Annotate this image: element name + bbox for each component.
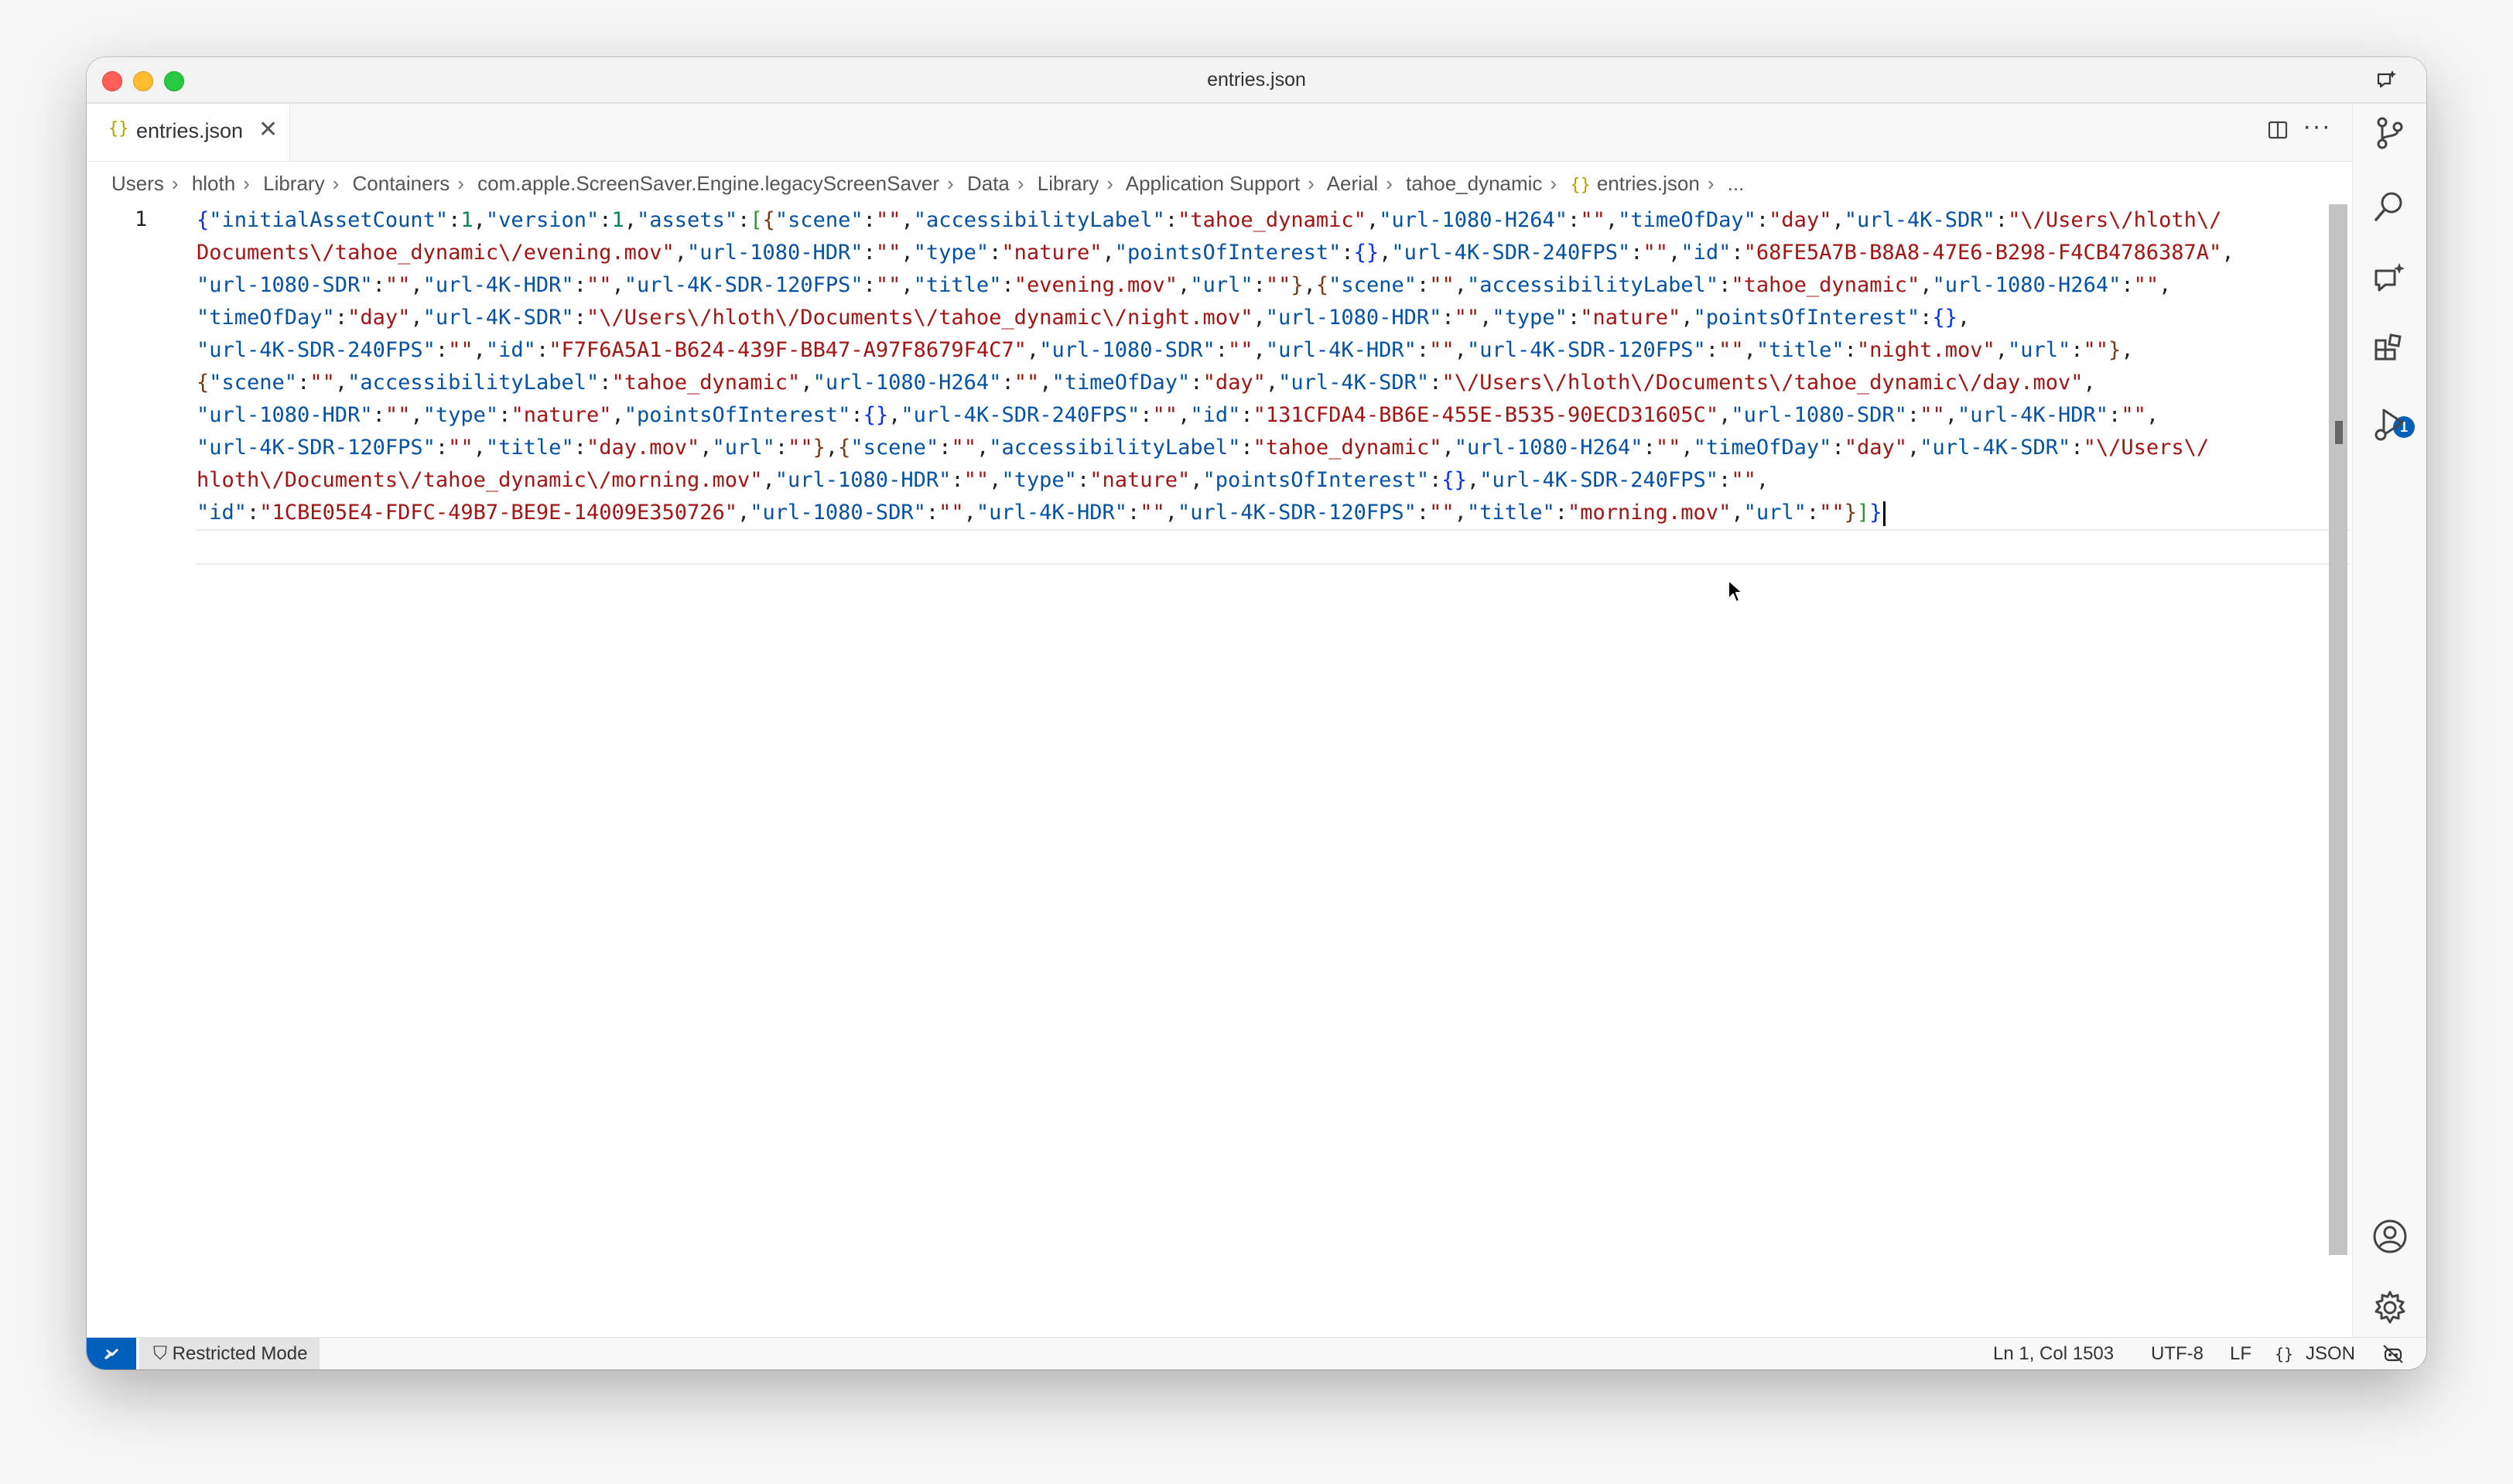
code-line[interactable]: {"scene":"","accessibilityLabel":"tahoe_…	[197, 367, 2234, 399]
scrollbar-cursor-marker	[2335, 421, 2343, 444]
source-control-icon[interactable]	[2371, 115, 2409, 152]
code-line[interactable]: "url-4K-SDR-240FPS":"","id":"F7F6A5A1-B6…	[197, 334, 2234, 367]
breadcrumb-item[interactable]: hloth	[192, 172, 235, 195]
remote-icon	[104, 1348, 119, 1360]
shield-icon: ⛉	[153, 1343, 167, 1364]
editor-window: entries.json {} entries.json ✕ ··· Users…	[87, 57, 2426, 1369]
breadcrumb-item[interactable]: Containers	[353, 172, 450, 195]
breadcrumb-item[interactable]: Data	[967, 172, 1010, 195]
more-actions-icon[interactable]: ···	[2303, 111, 2331, 142]
status-bar: ⛉ Restricted Mode Ln 1, Col 1503 UTF-8 L…	[87, 1337, 2426, 1369]
breadcrumb-file[interactable]: entries.json	[1597, 172, 1700, 195]
code-content[interactable]: {"initialAssetCount":1,"version":1,"asse…	[197, 204, 2234, 529]
breadcrumb-item[interactable]: tahoe_dynamic	[1406, 172, 1542, 195]
breadcrumb-item[interactable]: Aerial	[1327, 172, 1378, 195]
copilot-chat-icon[interactable]	[2371, 260, 2409, 297]
restricted-mode-label: Restricted Mode	[172, 1343, 308, 1364]
copilot-status-icon[interactable]	[2381, 1343, 2405, 1365]
json-language-icon: {}	[2275, 1345, 2294, 1363]
code-line[interactable]: {"initialAssetCount":1,"version":1,"asse…	[197, 204, 2234, 237]
breadcrumb-item[interactable]: com.apple.ScreenSaver.Engine.legacyScree…	[477, 172, 939, 195]
code-line[interactable]: "timeOfDay":"day","url-4K-SDR":"\/Users\…	[197, 302, 2234, 334]
json-file-icon: {}	[108, 119, 129, 138]
code-line[interactable]: Documents\/tahoe_dynamic\/evening.mov","…	[197, 237, 2234, 269]
encoding[interactable]: UTF-8	[2151, 1338, 2204, 1369]
breadcrumb-item[interactable]: Library	[1038, 172, 1099, 195]
tab-bar: {} entries.json ✕ ···	[87, 104, 2352, 162]
activity-bar: 1	[2352, 104, 2426, 1354]
split-editor-icon[interactable]	[2267, 119, 2289, 141]
code-line[interactable]: hloth\/Documents\/tahoe_dynamic\/morning…	[197, 464, 2234, 497]
current-line-highlight	[197, 529, 2351, 565]
cursor-position[interactable]: Ln 1, Col 1503	[1993, 1338, 2114, 1369]
editor-scrollbar[interactable]	[2329, 204, 2347, 1255]
manage-gear-icon[interactable]	[2371, 1289, 2409, 1326]
restricted-mode-indicator[interactable]: ⛉ Restricted Mode	[139, 1338, 320, 1369]
close-tab-icon[interactable]: ✕	[258, 116, 278, 143]
tab-label: entries.json	[136, 119, 244, 142]
run-debug-icon[interactable]	[2371, 405, 2409, 443]
window-title: entries.json	[1207, 69, 1306, 91]
copilot-icon[interactable]	[2375, 68, 2398, 91]
title-bar: entries.json	[87, 57, 2426, 104]
tab-entries-json[interactable]: {} entries.json ✕	[87, 104, 290, 161]
line-number: 1	[135, 207, 148, 231]
breadcrumb: Users › hloth › Library › Containers › com.a…	[111, 172, 1745, 195]
extensions-icon[interactable]	[2371, 333, 2409, 370]
code-line[interactable]: "id":"1CBE05E4-FDFC-49B7-BE9E-14009E3507…	[197, 497, 2234, 529]
search-icon[interactable]	[2371, 187, 2409, 224]
breadcrumb-item[interactable]: Users	[111, 172, 164, 195]
code-line[interactable]: "url-1080-HDR":"","type":"nature","point…	[197, 399, 2234, 432]
code-line[interactable]: "url-4K-SDR-120FPS":"","title":"day.mov"…	[197, 432, 2234, 464]
remote-indicator-button[interactable]	[87, 1338, 136, 1369]
end-of-line[interactable]: LF	[2230, 1338, 2251, 1369]
breadcrumb-item[interactable]: Application Support	[1126, 172, 1300, 195]
code-editor[interactable]: 1 {"initialAssetCount":1,"version":1,"as…	[87, 204, 2352, 1352]
code-line[interactable]: "url-1080-SDR":"","url-4K-HDR":"","url-4…	[197, 269, 2234, 302]
mouse-pointer-icon	[1728, 580, 1743, 603]
text-cursor	[1883, 501, 1886, 526]
language-mode[interactable]: JSON	[2306, 1338, 2355, 1369]
json-file-icon: {}	[1570, 176, 1591, 195]
breadcrumb-item[interactable]: Library	[263, 172, 324, 195]
breadcrumb-more[interactable]: ...	[1728, 172, 1745, 195]
accounts-icon[interactable]	[2371, 1218, 2409, 1255]
